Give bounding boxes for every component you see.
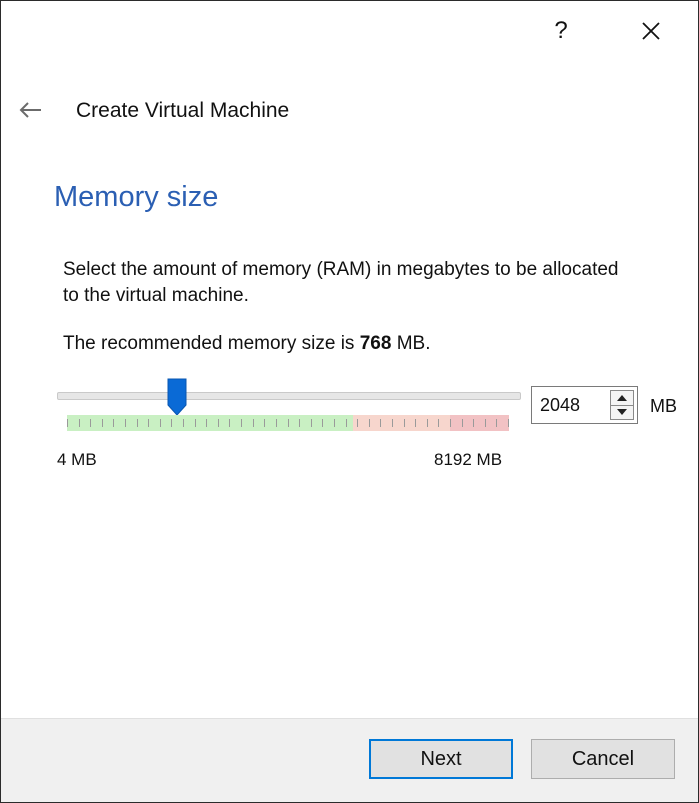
create-vm-dialog: ? Create Virtual Machine Memory size Sel… — [0, 0, 699, 803]
close-button[interactable] — [628, 9, 674, 53]
recommendation-text: The recommended memory size is 768 MB. — [63, 333, 430, 355]
spin-buttons — [610, 390, 634, 420]
memory-slider-handle[interactable] — [166, 377, 188, 417]
triangle-down-icon — [617, 409, 627, 415]
recommended-value: 768 — [359, 333, 392, 354]
page-title: Memory size — [54, 181, 219, 213]
wizard-title: Create Virtual Machine — [76, 99, 290, 122]
recommendation-prefix: The recommended memory size is — [63, 333, 360, 354]
triangle-up-icon — [617, 395, 627, 401]
next-button[interactable]: Next — [369, 739, 513, 779]
slider-max-label: 8192 MB — [434, 450, 503, 469]
back-button[interactable] — [15, 95, 45, 125]
spin-up-button[interactable] — [611, 391, 633, 406]
help-label: ? — [554, 17, 568, 44]
memory-spinbox[interactable]: 2048 — [531, 386, 638, 424]
slider-min-label: 4 MB — [57, 450, 97, 469]
scale-ticks — [67, 419, 509, 427]
memory-value-input[interactable]: 2048 — [540, 387, 580, 423]
slider-handle-icon — [167, 378, 187, 416]
arrow-left-icon — [19, 102, 41, 118]
recommendation-suffix: MB. — [391, 333, 431, 354]
memory-scale — [67, 415, 509, 431]
button-bar: Next Cancel — [1, 718, 698, 802]
close-icon — [642, 22, 660, 40]
cancel-button[interactable]: Cancel — [531, 739, 675, 779]
description-text: Select the amount of memory (RAM) in meg… — [63, 259, 619, 306]
spin-down-button[interactable] — [611, 405, 633, 419]
memory-unit-label: MB — [650, 396, 677, 416]
help-button[interactable]: ? — [538, 9, 584, 53]
memory-slider-track[interactable] — [57, 392, 521, 400]
